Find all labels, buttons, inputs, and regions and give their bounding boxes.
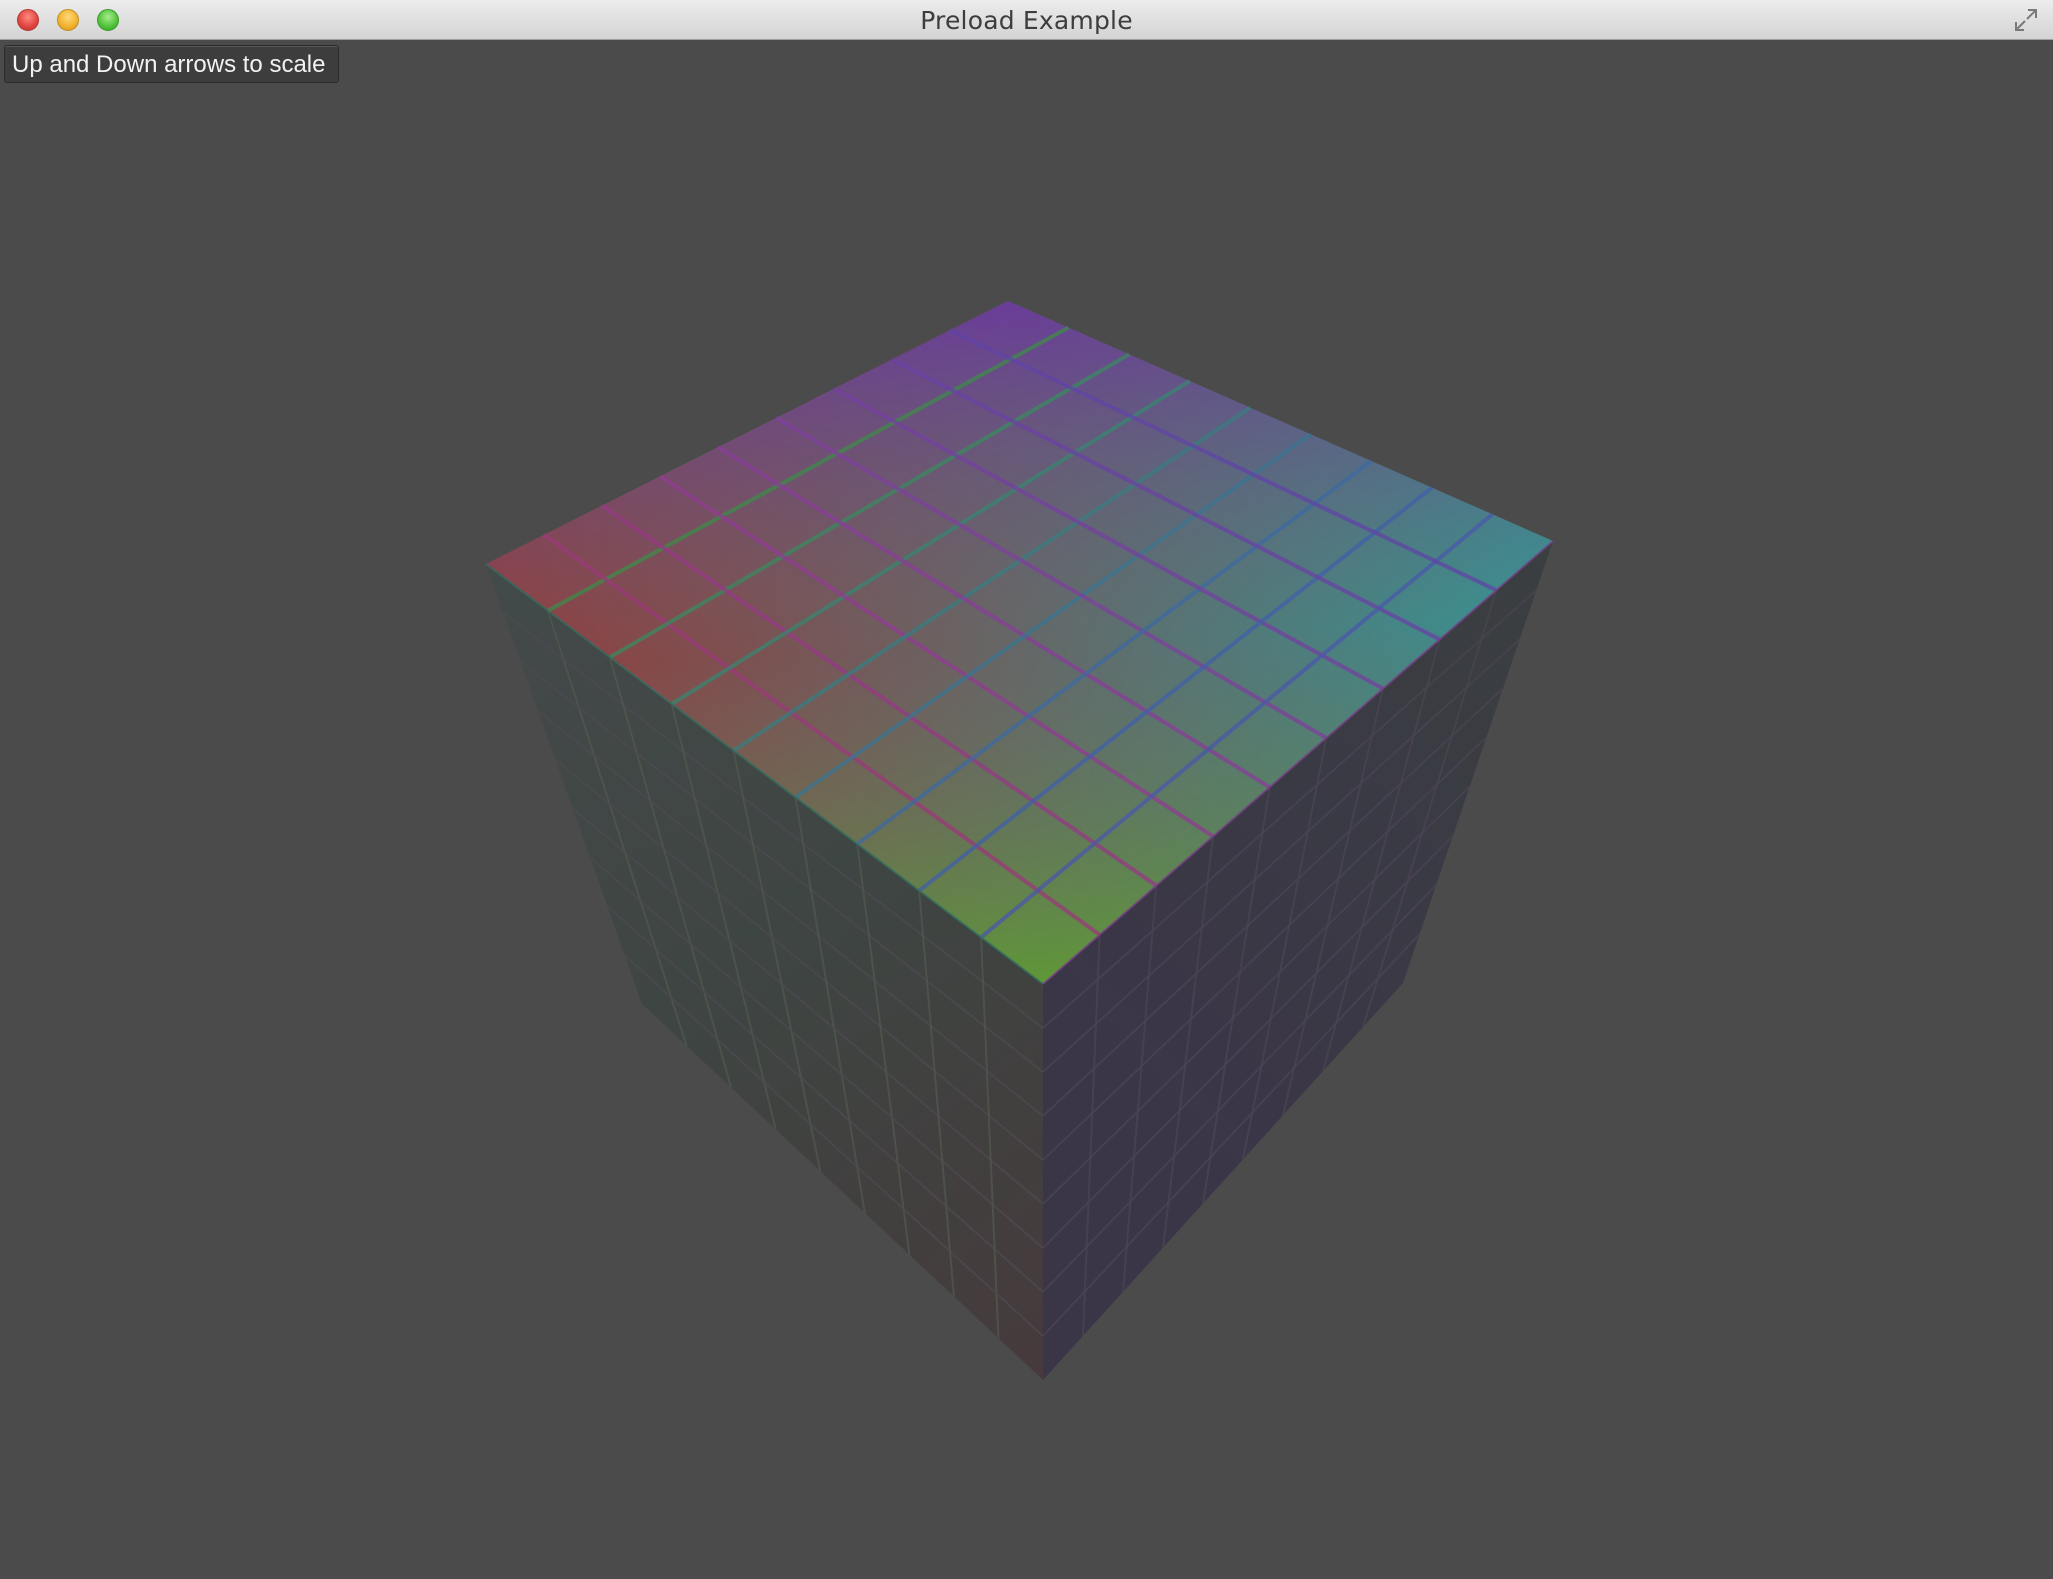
3d-viewport[interactable] [0, 0, 2053, 1579]
cube[interactable] [485, 301, 1554, 1380]
app-window: Preload Example Up and Down arrows to sc… [0, 0, 2053, 1579]
scale-hint-label: Up and Down arrows to scale [4, 45, 340, 83]
